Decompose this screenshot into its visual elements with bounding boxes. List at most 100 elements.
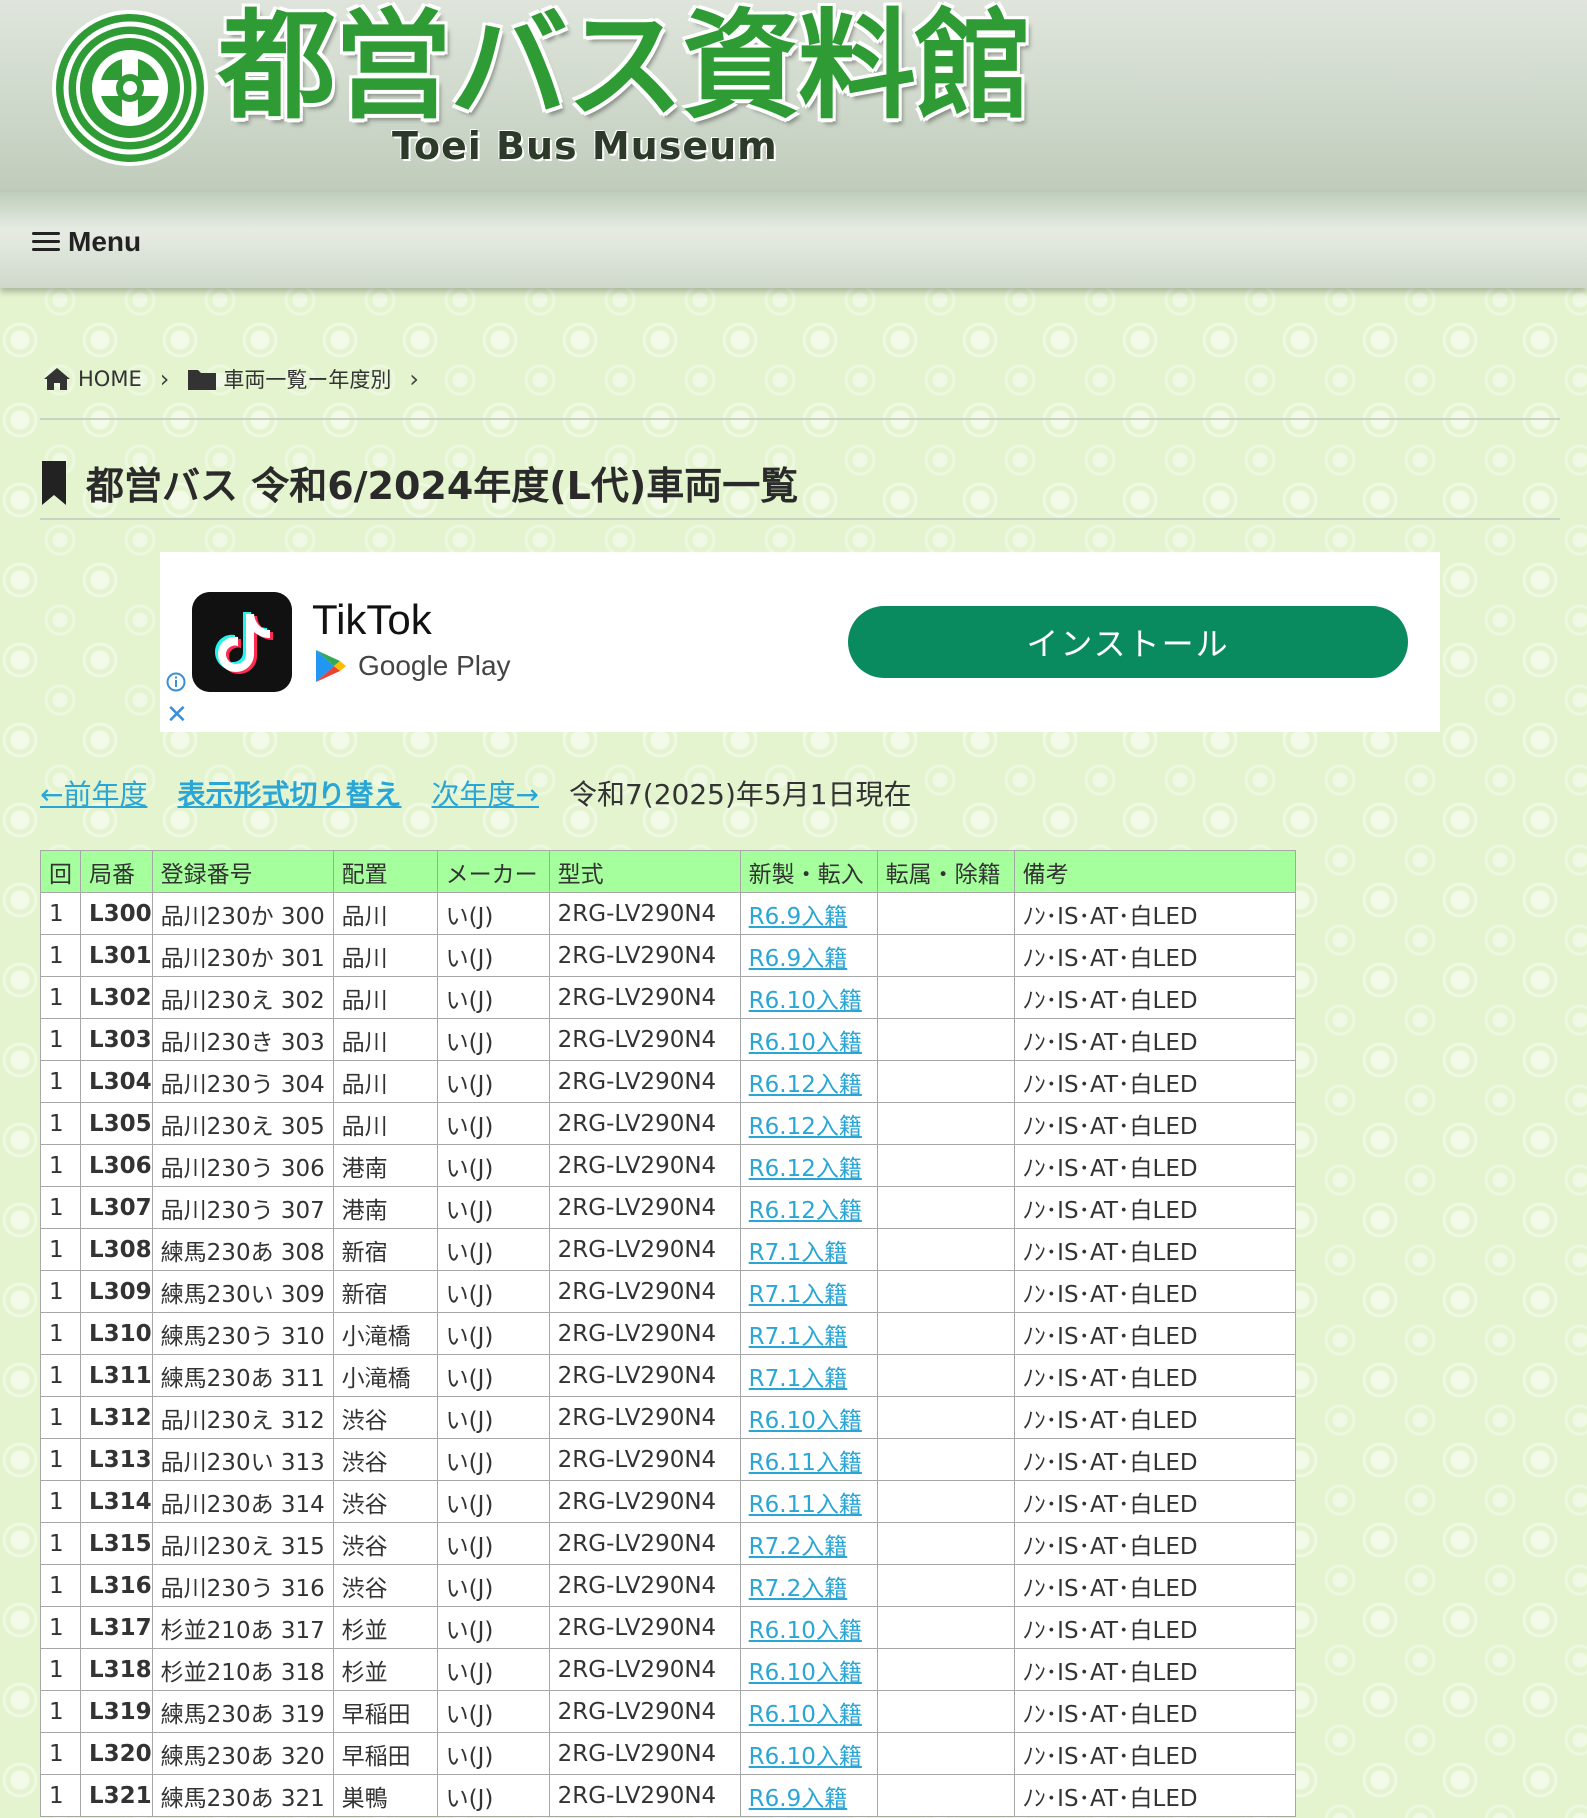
entry-cell[interactable]: R6.10入籍 xyxy=(739,976,878,1019)
entry-link[interactable]: R6.10入籍 xyxy=(749,1618,862,1644)
registration-cell: 練馬230あ 308 xyxy=(151,1228,334,1271)
entry-link[interactable]: R6.10入籍 xyxy=(749,988,862,1014)
entry-link[interactable]: R7.2入籍 xyxy=(749,1576,848,1602)
entry-link[interactable]: R6.9入籍 xyxy=(749,904,848,930)
car-number-cell: L311 xyxy=(80,1354,153,1397)
depot-cell: 品川 xyxy=(332,1018,438,1061)
note-cell: ﾉﾝ･IS･AT･白LED xyxy=(1013,1354,1296,1397)
page-title: 都営バス 令和6/2024年度(L代)車両一覧 xyxy=(86,463,799,508)
table-row: 1 L320 練馬230あ 320 早稲田 い(J) 2RG-LV290N4 R6.10入籍… xyxy=(40,1732,1296,1775)
transfer-cell xyxy=(876,1354,1015,1397)
note-cell: ﾉﾝ･IS･AT･白LED xyxy=(1013,1144,1296,1187)
maker-cell: い(J) xyxy=(436,1018,550,1061)
entry-cell[interactable]: R6.10入籍 xyxy=(739,1606,878,1649)
entry-cell[interactable]: R6.9入籍 xyxy=(739,934,878,977)
entry-link[interactable]: R7.1入籍 xyxy=(749,1240,848,1266)
prev-year-link[interactable]: ←前年度 xyxy=(40,773,147,813)
entry-cell[interactable]: R7.1入籍 xyxy=(739,1270,878,1313)
entry-link[interactable]: R6.11入籍 xyxy=(749,1450,862,1476)
table-row: 1 L305 品川230え 305 品川 い(J) 2RG-LV290N4 R6.12入籍 ﾉ… xyxy=(40,1102,1296,1145)
entry-link[interactable]: R6.11入籍 xyxy=(749,1492,862,1518)
entry-cell[interactable]: R6.10入籍 xyxy=(739,1018,878,1061)
toggle-format-link[interactable]: 表示形式切り替え xyxy=(177,773,401,813)
model-cell: 2RG-LV290N4 xyxy=(548,1186,741,1229)
entry-cell[interactable]: R6.10入籍 xyxy=(739,1648,878,1691)
car-number-cell: L317 xyxy=(80,1606,153,1649)
table-row: 1 L302 品川230え 302 品川 い(J) 2RG-LV290N4 R6.10入籍 ﾉ… xyxy=(40,976,1296,1019)
entry-link[interactable]: R6.9入籍 xyxy=(749,946,848,972)
model-cell: 2RG-LV290N4 xyxy=(548,1144,741,1187)
entry-link[interactable]: R7.2入籍 xyxy=(749,1534,848,1560)
table-row: 1 L303 品川230き 303 品川 い(J) 2RG-LV290N4 R6.10入籍 ﾉ… xyxy=(40,1018,1296,1061)
note-cell: ﾉﾝ･IS･AT･白LED xyxy=(1013,934,1296,977)
next-year-link[interactable]: 次年度→ xyxy=(431,773,538,813)
table-row: 1 L321 練馬230あ 321 巣鴨 い(J) 2RG-LV290N4 R6.9入籍 ﾉﾝ… xyxy=(40,1774,1296,1817)
entry-link[interactable]: R7.1入籍 xyxy=(749,1324,848,1350)
divider xyxy=(40,518,1560,520)
entry-link[interactable]: R6.12入籍 xyxy=(749,1114,862,1140)
entry-cell[interactable]: R6.11入籍 xyxy=(739,1438,878,1481)
entry-cell[interactable]: R7.1入籍 xyxy=(739,1354,878,1397)
site-title[interactable]: 都営バス資料館 xyxy=(218,0,1032,136)
menu-label: Menu xyxy=(68,226,142,257)
note-cell: ﾉﾝ･IS･AT･白LED xyxy=(1013,892,1296,935)
round-cell: 1 xyxy=(40,976,81,1019)
entry-link[interactable]: R6.10入籍 xyxy=(749,1744,862,1770)
round-cell: 1 xyxy=(40,1690,81,1733)
note-cell: ﾉﾝ･IS･AT･白LED xyxy=(1013,1270,1296,1313)
round-cell: 1 xyxy=(40,1480,81,1523)
entry-cell[interactable]: R6.10入籍 xyxy=(739,1396,878,1439)
ad-app-name[interactable]: TikTok xyxy=(312,596,432,644)
ad-banner[interactable]: TikTok Google Play インストール ✕ xyxy=(160,552,1440,732)
note-cell: ﾉﾝ･IS･AT･白LED xyxy=(1013,1312,1296,1355)
model-cell: 2RG-LV290N4 xyxy=(548,1228,741,1271)
logo-emblem-icon[interactable] xyxy=(50,8,210,168)
entry-cell[interactable]: R7.1入籍 xyxy=(739,1312,878,1355)
entry-cell[interactable]: R6.10入籍 xyxy=(739,1690,878,1733)
entry-link[interactable]: R6.10入籍 xyxy=(749,1030,862,1056)
tiktok-icon[interactable] xyxy=(192,592,292,692)
entry-cell[interactable]: R6.12入籍 xyxy=(739,1144,878,1187)
entry-link[interactable]: R6.10入籍 xyxy=(749,1702,862,1728)
info-icon[interactable] xyxy=(166,672,186,692)
table-body: 1 L300 品川230か 300 品川 い(J) 2RG-LV290N4 R6.9入籍 ﾉﾝ… xyxy=(40,892,1296,1817)
entry-cell[interactable]: R7.1入籍 xyxy=(739,1228,878,1271)
breadcrumb-category[interactable]: 車両一覧ー年度別 xyxy=(187,364,391,394)
entry-cell[interactable]: R6.9入籍 xyxy=(739,892,878,935)
registration-cell: 練馬230あ 321 xyxy=(151,1774,334,1817)
maker-cell: い(J) xyxy=(436,1186,550,1229)
entry-cell[interactable]: R6.12入籍 xyxy=(739,1102,878,1145)
round-cell: 1 xyxy=(40,1438,81,1481)
install-button[interactable]: インストール xyxy=(848,606,1408,678)
entry-link[interactable]: R6.10入籍 xyxy=(749,1660,862,1686)
entry-cell[interactable]: R7.2入籍 xyxy=(739,1564,878,1607)
model-cell: 2RG-LV290N4 xyxy=(548,1774,741,1817)
car-number-cell: L313 xyxy=(80,1438,153,1481)
breadcrumb-home[interactable]: HOME xyxy=(42,366,142,392)
close-icon[interactable]: ✕ xyxy=(166,702,188,728)
entry-cell[interactable]: R6.12入籍 xyxy=(739,1186,878,1229)
entry-link[interactable]: R6.9入籍 xyxy=(749,1786,848,1812)
entry-cell[interactable]: R6.12入籍 xyxy=(739,1060,878,1103)
entry-link[interactable]: R7.1入籍 xyxy=(749,1366,848,1392)
registration-cell: 品川230き 303 xyxy=(151,1018,334,1061)
entry-link[interactable]: R6.10入籍 xyxy=(749,1408,862,1434)
note-cell: ﾉﾝ･IS･AT･白LED xyxy=(1013,1018,1296,1061)
note-cell: ﾉﾝ･IS･AT･白LED xyxy=(1013,1606,1296,1649)
entry-link[interactable]: R7.1入籍 xyxy=(749,1282,848,1308)
table-row: 1 L318 杉並210あ 318 杉並 い(J) 2RG-LV290N4 R6.10入籍 ﾉ… xyxy=(40,1648,1296,1691)
entry-link[interactable]: R6.12入籍 xyxy=(749,1156,862,1182)
maker-cell: い(J) xyxy=(436,1312,550,1355)
menu-button[interactable]: Menu xyxy=(32,224,141,260)
round-cell: 1 xyxy=(40,1606,81,1649)
model-cell: 2RG-LV290N4 xyxy=(548,1648,741,1691)
entry-cell[interactable]: R6.11入籍 xyxy=(739,1480,878,1523)
depot-cell: 渋谷 xyxy=(332,1480,438,1523)
entry-cell[interactable]: R6.9入籍 xyxy=(739,1774,878,1817)
entry-cell[interactable]: R7.2入籍 xyxy=(739,1522,878,1565)
entry-cell[interactable]: R6.10入籍 xyxy=(739,1732,878,1775)
entry-link[interactable]: R6.12入籍 xyxy=(749,1198,862,1224)
note-cell: ﾉﾝ･IS･AT･白LED xyxy=(1013,1564,1296,1607)
entry-link[interactable]: R6.12入籍 xyxy=(749,1072,862,1098)
model-cell: 2RG-LV290N4 xyxy=(548,892,741,935)
